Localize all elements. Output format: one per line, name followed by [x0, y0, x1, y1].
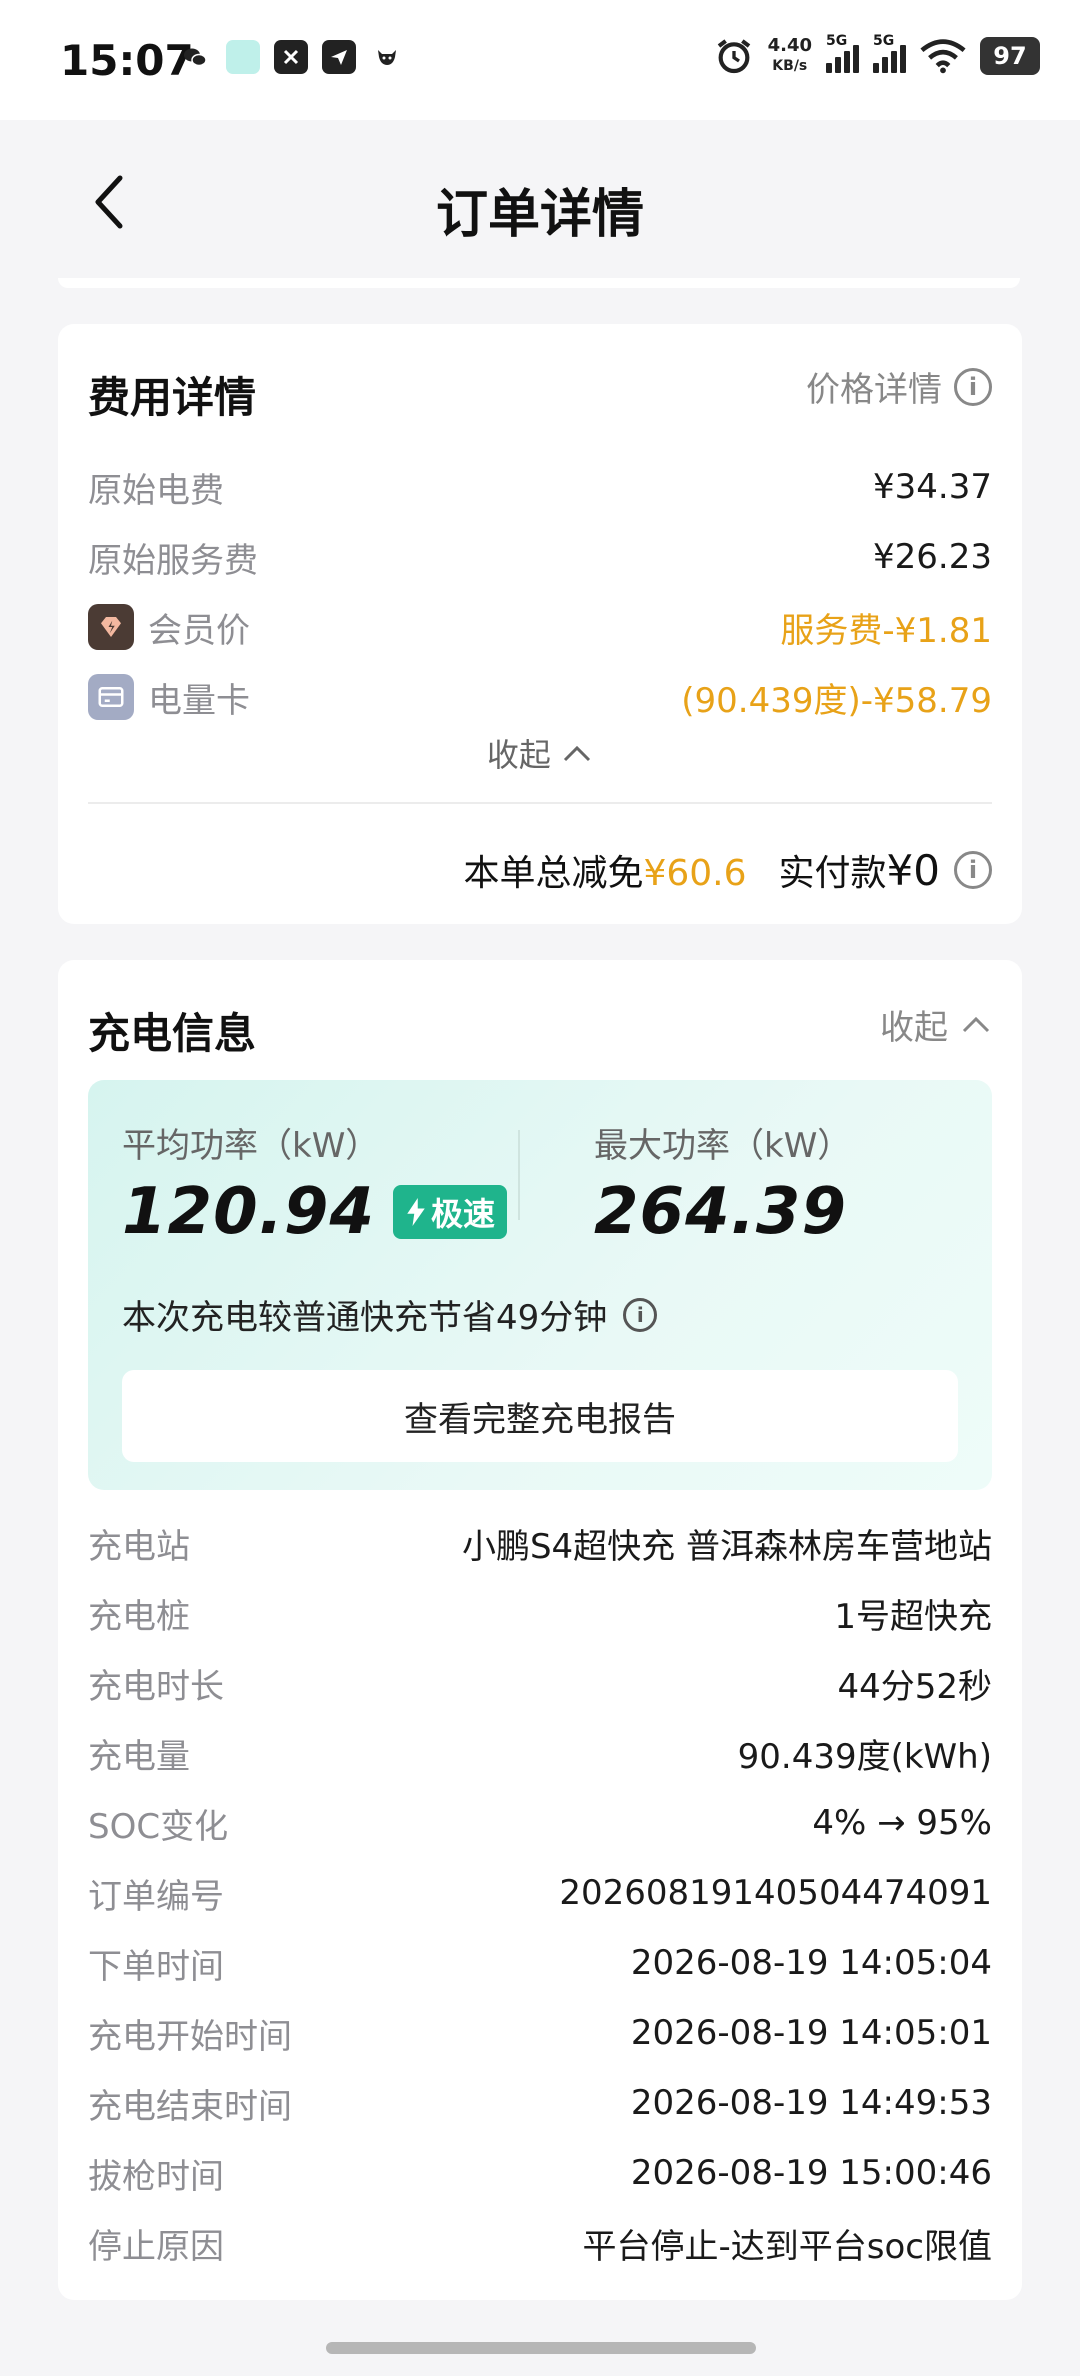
info-row-pile: 充电桩 1号超快充: [88, 1596, 992, 1637]
x-app-icon: [274, 40, 308, 74]
home-indicator[interactable]: [326, 2342, 756, 2354]
wechat-icon: [178, 40, 212, 74]
card-icon: [88, 674, 134, 720]
status-right: 4.40 KB/s 5G 5G 97: [714, 33, 1040, 76]
avg-power-value: 120.94: [122, 1175, 375, 1249]
info-row-start-time: 充电开始时间 2026-08-19 14:05:01: [88, 2013, 992, 2057]
notification-icons: [178, 40, 404, 74]
info-row-duration: 充电时长 44分52秒: [88, 1666, 992, 1707]
view-report-button[interactable]: 查看完整充电报告: [122, 1370, 958, 1462]
avg-power: 平均功率（kW） 120.94 极速: [122, 1118, 507, 1249]
charge-card-title: 充电信息: [88, 1009, 257, 1058]
fee-row-service: 原始服务费 ¥26.23: [88, 537, 992, 581]
send-icon: [322, 40, 356, 74]
fee-card-title: 费用详情: [88, 373, 257, 422]
price-detail-label: 价格详情: [806, 370, 942, 410]
info-row-soc: SOC变化 4% → 95%: [88, 1803, 992, 1847]
fee-row-energy-card: 电量卡 (90.439度)-¥58.79: [88, 672, 992, 722]
price-detail-link[interactable]: 价格详情 i: [806, 362, 992, 411]
power-panel: 平均功率（kW） 120.94 极速 最大功率（kW） 264.39 本次充电较…: [88, 1080, 992, 1490]
charge-collapse-button[interactable]: 收起: [880, 1000, 992, 1049]
info-row-order-id: 订单编号 20260819140504474091: [88, 1873, 992, 1917]
previous-card-edge: [58, 278, 1020, 288]
info-row-unplug-time: 拔枪时间 2026-08-19 15:00:46: [88, 2153, 992, 2197]
signal-icon-1: 5G: [826, 33, 859, 73]
max-power: 最大功率（kW） 264.39: [594, 1126, 852, 1249]
member-diamond-icon: [88, 604, 134, 650]
paid-amount: ¥0: [886, 846, 940, 895]
power-separator: [518, 1130, 520, 1220]
speed-badge: 极速: [392, 1185, 507, 1239]
page-title: 订单详情: [435, 185, 644, 245]
fee-collapse-button[interactable]: 收起: [58, 730, 1022, 776]
info-row-energy: 充电量 90.439度(kWh): [88, 1736, 992, 1777]
fee-row-member: 会员价 服务费-¥1.81: [88, 602, 992, 652]
info-icon: i: [954, 367, 992, 406]
fee-detail-card: 费用详情 价格详情 i 原始电费 ¥34.37 原始服务费 ¥26.23 会员价…: [58, 324, 1022, 924]
info-row-stop-reason: 停止原因 平台停止-达到平台soc限值: [88, 2226, 992, 2267]
max-power-value: 264.39: [594, 1175, 847, 1249]
app-icon: [226, 40, 260, 74]
battery-indicator: 97: [980, 37, 1040, 75]
payment-info-icon[interactable]: i: [954, 851, 992, 889]
status-time: 15:07: [60, 36, 194, 85]
wifi-icon: [920, 39, 966, 74]
info-row-end-time: 充电结束时间 2026-08-19 14:49:53: [88, 2083, 992, 2127]
info-row-order-time: 下单时间 2026-08-19 14:05:04: [88, 1943, 992, 1987]
bull-icon: [370, 40, 404, 74]
bolt-icon: [407, 1198, 425, 1226]
signal-icon-2: 5G: [873, 33, 906, 73]
fee-row-electricity: 原始电费 ¥34.37: [88, 467, 992, 511]
total-summary: 本单总减免¥60.6 实付款¥0 i: [463, 844, 992, 896]
chevron-up-icon: [962, 1016, 990, 1032]
time-saved-note: 本次充电较普通快充节省49分钟 i: [122, 1290, 658, 1339]
info-row-station: 充电站 小鹏S4超快充 普洱森林房车营地站: [88, 1526, 992, 1567]
chevron-up-icon: [564, 745, 591, 762]
total-discount-value: ¥60.6: [643, 853, 747, 894]
divider: [88, 802, 992, 804]
status-bar: 15:07 4.40 KB/s 5G 5G 97: [0, 0, 1080, 120]
header: 订单详情: [0, 120, 1080, 280]
charge-info-card: 充电信息 收起 平均功率（kW） 120.94 极速 最大功率（kW） 264.…: [58, 960, 1022, 2300]
net-speed: 4.40 KB/s: [767, 35, 812, 75]
alarm-icon: [717, 39, 750, 74]
info-icon[interactable]: i: [623, 1297, 658, 1332]
